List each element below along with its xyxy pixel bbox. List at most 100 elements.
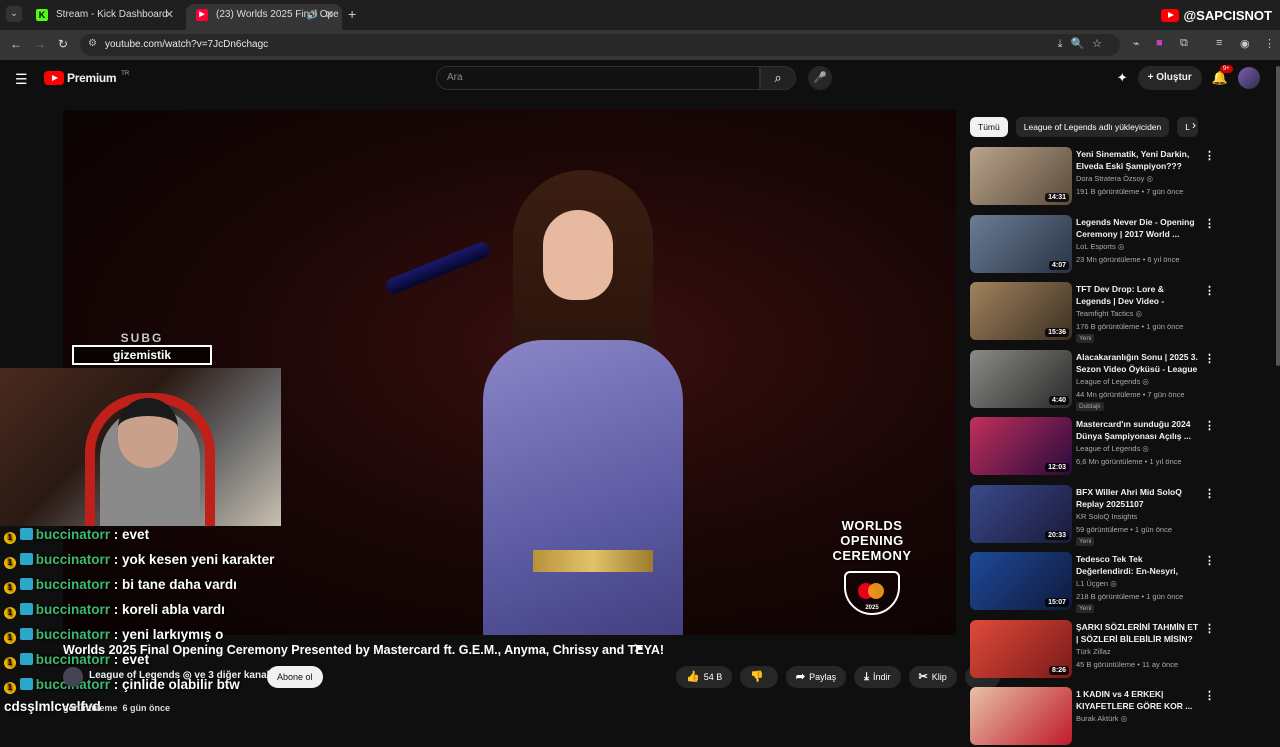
browser-menu-icon[interactable]: ⋮ bbox=[1264, 37, 1275, 50]
audio-playing-icon[interactable]: 🔊 bbox=[307, 4, 318, 26]
sub-badge-icon: 1 bbox=[4, 557, 16, 569]
avatar[interactable] bbox=[1238, 67, 1260, 89]
channel-name[interactable]: League of Legends ◎ bbox=[1076, 444, 1149, 453]
download-button[interactable]: ⤓ İndir bbox=[854, 666, 901, 688]
download-label: İndir bbox=[873, 672, 891, 682]
mouse-cursor-icon: ➤ bbox=[633, 640, 644, 655]
channel-name[interactable]: Dora Stratera Özsoy ◎ bbox=[1076, 174, 1153, 183]
recommended-video[interactable]: 14:31 Yeni Sinematik, Yeni Darkin, Elveda… bbox=[970, 147, 1218, 207]
ai-sparkle-icon[interactable]: ✦ bbox=[1117, 70, 1128, 86]
logo-line-1: WORLDS bbox=[841, 518, 903, 533]
tab-close-icon[interactable]: ✕ bbox=[325, 4, 334, 26]
more-vertical-icon[interactable]: ⋮ bbox=[1204, 352, 1215, 365]
video-title[interactable]: Tedesco Tek Tek Değerlendirdi: En-Nesyri… bbox=[1076, 553, 1200, 577]
video-title[interactable]: Alacakaranlığın Sonu | 2025 3. Sezon Vid… bbox=[1076, 351, 1200, 375]
like-button[interactable]: 👍 54 B bbox=[676, 666, 733, 688]
video-meta: 23 Mn görüntüleme • 6 yıl önce bbox=[1076, 254, 1180, 264]
more-vertical-icon[interactable]: ⋮ bbox=[1204, 284, 1215, 297]
new-tab-button[interactable]: + bbox=[348, 6, 356, 22]
header-actions: ✦ + Oluştur 🔔 9+ bbox=[1117, 65, 1260, 90]
filter-chip[interactable]: League of Legends adlı yükleyiciden bbox=[1015, 117, 1170, 137]
share-button[interactable]: ➦ Paylaş bbox=[785, 666, 847, 688]
search-button[interactable]: ⌕ bbox=[760, 66, 796, 90]
profile-icon[interactable]: ◉ bbox=[1240, 37, 1250, 50]
recommended-video[interactable]: 15:07 Tedesco Tek Tek Değerlendirdi: En-N… bbox=[970, 552, 1218, 613]
browser-tab-kick[interactable]: K Stream - Kick Dashboard ✕ bbox=[26, 4, 182, 30]
channel-name[interactable]: KR SoloQ Insights bbox=[1076, 512, 1137, 521]
video-title[interactable]: Yeni Sinematik, Yeni Darkin, Elveda Eski… bbox=[1076, 148, 1200, 172]
more-vertical-icon[interactable]: ⋮ bbox=[1204, 217, 1215, 230]
gift-badge-icon bbox=[19, 578, 33, 590]
video-thumbnail[interactable]: 4:40 bbox=[970, 349, 1072, 408]
video-thumbnail[interactable]: 20:33 bbox=[970, 484, 1072, 543]
menu-icon[interactable]: ☰ bbox=[15, 71, 28, 88]
browser-tab-youtube[interactable]: ▶ (23) Worlds 2025 Final Ope 🔊 ✕ bbox=[186, 4, 342, 30]
forward-arrow-icon[interactable]: → bbox=[34, 37, 46, 51]
clip-button[interactable]: ✂ Klip bbox=[908, 666, 957, 688]
dislike-button[interactable]: 👎 bbox=[740, 666, 778, 688]
chevron-right-icon[interactable]: › bbox=[1192, 118, 1196, 132]
notifications-button[interactable]: 🔔 9+ bbox=[1212, 65, 1233, 86]
more-vertical-icon[interactable]: ⋮ bbox=[1204, 554, 1215, 567]
video-thumbnail[interactable]: 4:07 bbox=[970, 214, 1072, 273]
video-tag-badge: Yeni bbox=[1076, 536, 1095, 546]
filter-chip[interactable]: Tümü bbox=[970, 117, 1008, 137]
more-vertical-icon[interactable]: ⋮ bbox=[1204, 149, 1215, 162]
video-thumbnail[interactable] bbox=[970, 687, 1072, 745]
tab-search-button[interactable]: ⌄ bbox=[6, 6, 22, 22]
chat-username: buccinatorr bbox=[35, 577, 111, 592]
more-vertical-icon[interactable]: ⋮ bbox=[1204, 487, 1215, 500]
more-vertical-icon[interactable]: ⋮ bbox=[1204, 689, 1215, 702]
browser-tab-strip: ⌄ K Stream - Kick Dashboard ✕ ▶ (23) Wor… bbox=[0, 0, 1280, 30]
address-bar[interactable]: ⚙ youtube.com/watch?v=7JcDn6chagc ⤓🔍☆ bbox=[80, 34, 1120, 56]
channel-name[interactable]: Teamfight Tactics ◎ bbox=[1076, 309, 1142, 318]
tab-title: Stream - Kick Dashboard bbox=[56, 9, 168, 20]
extensions-puzzle-icon[interactable]: ⧉ bbox=[1180, 37, 1188, 50]
video-title[interactable]: ŞARKI SÖZLERİNİ TAHMİN ET | SÖZLERİ BİLE… bbox=[1076, 621, 1200, 645]
youtube-premium-logo[interactable]: Premium TR bbox=[44, 71, 129, 85]
channel-name[interactable]: Burak Aktürk ◎ bbox=[1076, 714, 1127, 723]
more-vertical-icon[interactable]: ⋮ bbox=[1204, 622, 1215, 635]
extension-icon[interactable]: ■ bbox=[1156, 37, 1163, 49]
subscribe-button[interactable]: Abone ol bbox=[267, 666, 323, 688]
chat-text: : bi tane daha vardı bbox=[113, 577, 237, 592]
video-title[interactable]: Mastercard'ın sunduğu 2024 Dünya Şampiyo… bbox=[1076, 418, 1200, 442]
recommended-video[interactable]: 15:36 TFT Dev Drop: Lore & Legends | Dev … bbox=[970, 282, 1218, 343]
video-duration: 8:26 bbox=[1048, 665, 1069, 675]
video-title[interactable]: Legends Never Die - Opening Ceremony | 2… bbox=[1076, 216, 1200, 240]
scrollbar[interactable] bbox=[1276, 66, 1280, 366]
video-thumbnail[interactable]: 8:26 bbox=[970, 619, 1072, 678]
omnibox-actions[interactable]: ⤓🔍☆ bbox=[1058, 37, 1110, 51]
more-vertical-icon[interactable]: ⋮ bbox=[1204, 419, 1215, 432]
video-thumbnail[interactable]: 12:03 bbox=[970, 417, 1072, 475]
video-title[interactable]: BFX Willer Ahri Mid SoloQ Replay 2025110… bbox=[1076, 486, 1200, 510]
site-info-icon[interactable]: ⚙ bbox=[88, 38, 97, 49]
video-thumbnail[interactable]: 14:31 bbox=[970, 147, 1072, 205]
create-button[interactable]: + Oluştur bbox=[1137, 66, 1202, 90]
view-stats[interactable]: görüntüleme 6 gün önce bbox=[63, 703, 170, 713]
video-thumbnail[interactable]: 15:36 bbox=[970, 282, 1072, 340]
voice-search-button[interactable]: 🎤 bbox=[808, 66, 832, 90]
recommended-video[interactable]: 4:07 Legends Never Die - Opening Ceremony… bbox=[970, 214, 1218, 275]
recommended-video[interactable]: 12:03 Mastercard'ın sunduğu 2024 Dünya Şa… bbox=[970, 417, 1218, 477]
recommended-video[interactable]: 4:40 Alacakaranlığın Sonu | 2025 3. Sezon… bbox=[970, 349, 1218, 411]
youtube-play-icon bbox=[44, 71, 64, 85]
channel-name[interactable]: LoL Esports ◎ bbox=[1076, 242, 1124, 251]
video-thumbnail[interactable]: 15:07 bbox=[970, 552, 1072, 610]
recommended-video[interactable]: 8:26 ŞARKI SÖZLERİNİ TAHMİN ET | SÖZLERİ … bbox=[970, 619, 1218, 680]
channel-avatar[interactable] bbox=[63, 667, 83, 687]
video-title[interactable]: 1 KADIN vs 4 ERKEK| KIYAFETLERE GÖRE KOR… bbox=[1076, 688, 1200, 712]
channel-name[interactable]: Türk Zillaz bbox=[1076, 647, 1111, 656]
channel-name[interactable]: L1 Üçgen ◎ bbox=[1076, 579, 1117, 588]
recommended-video[interactable]: 20:33 BFX Willer Ahri Mid SoloQ Replay 20… bbox=[970, 484, 1218, 546]
extension-icon[interactable]: ⌁ bbox=[1133, 37, 1140, 50]
video-title[interactable]: TFT Dev Drop: Lore & Legends | Dev Video… bbox=[1076, 283, 1200, 307]
tab-close-icon[interactable]: ✕ bbox=[165, 4, 174, 26]
channel-name[interactable]: League of Legends ◎ ve 3 diğer kanal bbox=[89, 670, 269, 681]
search-input[interactable]: Ara bbox=[436, 66, 760, 90]
recommended-video[interactable]: 1 KADIN vs 4 ERKEK| KIYAFETLERE GÖRE KOR… bbox=[970, 687, 1218, 747]
reload-icon[interactable]: ↻ bbox=[58, 37, 68, 51]
reading-list-icon[interactable]: ≡ bbox=[1216, 37, 1222, 49]
back-arrow-icon[interactable]: ← bbox=[10, 37, 22, 51]
channel-name[interactable]: League of Legends ◎ bbox=[1076, 377, 1149, 386]
